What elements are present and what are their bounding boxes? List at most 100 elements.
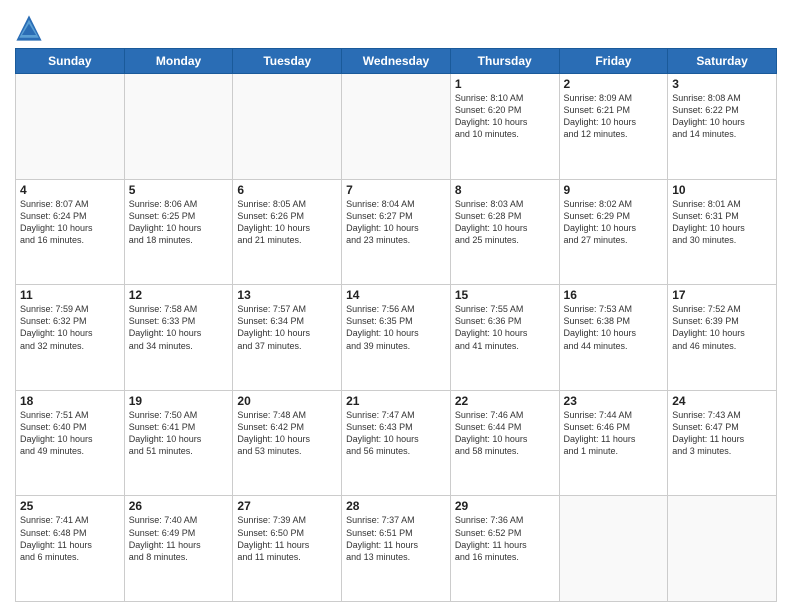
calendar-cell — [668, 496, 777, 602]
day-number: 8 — [455, 183, 555, 197]
calendar-cell: 12Sunrise: 7:58 AM Sunset: 6:33 PM Dayli… — [124, 285, 233, 391]
day-number: 21 — [346, 394, 446, 408]
day-info: Sunrise: 8:04 AM Sunset: 6:27 PM Dayligh… — [346, 198, 446, 247]
calendar-cell: 9Sunrise: 8:02 AM Sunset: 6:29 PM Daylig… — [559, 179, 668, 285]
calendar-week-row: 4Sunrise: 8:07 AM Sunset: 6:24 PM Daylig… — [16, 179, 777, 285]
day-info: Sunrise: 7:37 AM Sunset: 6:51 PM Dayligh… — [346, 514, 446, 563]
day-info: Sunrise: 8:02 AM Sunset: 6:29 PM Dayligh… — [564, 198, 664, 247]
calendar-cell: 11Sunrise: 7:59 AM Sunset: 6:32 PM Dayli… — [16, 285, 125, 391]
day-info: Sunrise: 7:59 AM Sunset: 6:32 PM Dayligh… — [20, 303, 120, 352]
day-number: 22 — [455, 394, 555, 408]
calendar-cell: 15Sunrise: 7:55 AM Sunset: 6:36 PM Dayli… — [450, 285, 559, 391]
day-info: Sunrise: 7:55 AM Sunset: 6:36 PM Dayligh… — [455, 303, 555, 352]
calendar-cell: 28Sunrise: 7:37 AM Sunset: 6:51 PM Dayli… — [342, 496, 451, 602]
day-info: Sunrise: 7:56 AM Sunset: 6:35 PM Dayligh… — [346, 303, 446, 352]
calendar-cell: 1Sunrise: 8:10 AM Sunset: 6:20 PM Daylig… — [450, 74, 559, 180]
calendar-cell — [16, 74, 125, 180]
calendar-cell: 27Sunrise: 7:39 AM Sunset: 6:50 PM Dayli… — [233, 496, 342, 602]
day-number: 5 — [129, 183, 229, 197]
calendar-week-row: 25Sunrise: 7:41 AM Sunset: 6:48 PM Dayli… — [16, 496, 777, 602]
day-number: 4 — [20, 183, 120, 197]
day-number: 12 — [129, 288, 229, 302]
day-number: 19 — [129, 394, 229, 408]
day-info: Sunrise: 7:53 AM Sunset: 6:38 PM Dayligh… — [564, 303, 664, 352]
calendar-cell: 21Sunrise: 7:47 AM Sunset: 6:43 PM Dayli… — [342, 390, 451, 496]
header — [15, 10, 777, 42]
calendar-cell: 18Sunrise: 7:51 AM Sunset: 6:40 PM Dayli… — [16, 390, 125, 496]
calendar-cell — [342, 74, 451, 180]
day-number: 11 — [20, 288, 120, 302]
weekday-header-tuesday: Tuesday — [233, 49, 342, 74]
calendar-cell: 22Sunrise: 7:46 AM Sunset: 6:44 PM Dayli… — [450, 390, 559, 496]
day-info: Sunrise: 7:48 AM Sunset: 6:42 PM Dayligh… — [237, 409, 337, 458]
weekday-header-monday: Monday — [124, 49, 233, 74]
calendar-cell: 6Sunrise: 8:05 AM Sunset: 6:26 PM Daylig… — [233, 179, 342, 285]
calendar-cell — [233, 74, 342, 180]
day-info: Sunrise: 7:41 AM Sunset: 6:48 PM Dayligh… — [20, 514, 120, 563]
day-number: 26 — [129, 499, 229, 513]
day-info: Sunrise: 8:07 AM Sunset: 6:24 PM Dayligh… — [20, 198, 120, 247]
day-info: Sunrise: 8:10 AM Sunset: 6:20 PM Dayligh… — [455, 92, 555, 141]
day-info: Sunrise: 7:46 AM Sunset: 6:44 PM Dayligh… — [455, 409, 555, 458]
day-number: 9 — [564, 183, 664, 197]
calendar-cell: 29Sunrise: 7:36 AM Sunset: 6:52 PM Dayli… — [450, 496, 559, 602]
page: SundayMondayTuesdayWednesdayThursdayFrid… — [0, 0, 792, 612]
day-number: 6 — [237, 183, 337, 197]
day-info: Sunrise: 7:51 AM Sunset: 6:40 PM Dayligh… — [20, 409, 120, 458]
day-info: Sunrise: 7:40 AM Sunset: 6:49 PM Dayligh… — [129, 514, 229, 563]
weekday-header-sunday: Sunday — [16, 49, 125, 74]
day-number: 15 — [455, 288, 555, 302]
calendar-week-row: 18Sunrise: 7:51 AM Sunset: 6:40 PM Dayli… — [16, 390, 777, 496]
calendar-cell: 8Sunrise: 8:03 AM Sunset: 6:28 PM Daylig… — [450, 179, 559, 285]
day-number: 17 — [672, 288, 772, 302]
day-info: Sunrise: 7:39 AM Sunset: 6:50 PM Dayligh… — [237, 514, 337, 563]
day-number: 10 — [672, 183, 772, 197]
calendar-week-row: 1Sunrise: 8:10 AM Sunset: 6:20 PM Daylig… — [16, 74, 777, 180]
day-info: Sunrise: 7:44 AM Sunset: 6:46 PM Dayligh… — [564, 409, 664, 458]
weekday-header-wednesday: Wednesday — [342, 49, 451, 74]
day-info: Sunrise: 8:06 AM Sunset: 6:25 PM Dayligh… — [129, 198, 229, 247]
day-number: 16 — [564, 288, 664, 302]
logo-icon — [15, 14, 43, 42]
day-number: 3 — [672, 77, 772, 91]
day-number: 20 — [237, 394, 337, 408]
logo — [15, 14, 45, 42]
day-info: Sunrise: 7:57 AM Sunset: 6:34 PM Dayligh… — [237, 303, 337, 352]
calendar-cell: 7Sunrise: 8:04 AM Sunset: 6:27 PM Daylig… — [342, 179, 451, 285]
day-number: 25 — [20, 499, 120, 513]
day-info: Sunrise: 7:43 AM Sunset: 6:47 PM Dayligh… — [672, 409, 772, 458]
day-number: 2 — [564, 77, 664, 91]
day-info: Sunrise: 7:52 AM Sunset: 6:39 PM Dayligh… — [672, 303, 772, 352]
calendar-cell: 2Sunrise: 8:09 AM Sunset: 6:21 PM Daylig… — [559, 74, 668, 180]
day-info: Sunrise: 8:09 AM Sunset: 6:21 PM Dayligh… — [564, 92, 664, 141]
calendar-cell — [559, 496, 668, 602]
calendar-cell: 3Sunrise: 8:08 AM Sunset: 6:22 PM Daylig… — [668, 74, 777, 180]
calendar-cell: 10Sunrise: 8:01 AM Sunset: 6:31 PM Dayli… — [668, 179, 777, 285]
day-info: Sunrise: 7:58 AM Sunset: 6:33 PM Dayligh… — [129, 303, 229, 352]
calendar-cell: 19Sunrise: 7:50 AM Sunset: 6:41 PM Dayli… — [124, 390, 233, 496]
calendar-cell: 5Sunrise: 8:06 AM Sunset: 6:25 PM Daylig… — [124, 179, 233, 285]
calendar-cell — [124, 74, 233, 180]
day-number: 23 — [564, 394, 664, 408]
day-number: 13 — [237, 288, 337, 302]
day-info: Sunrise: 8:03 AM Sunset: 6:28 PM Dayligh… — [455, 198, 555, 247]
calendar-cell: 25Sunrise: 7:41 AM Sunset: 6:48 PM Dayli… — [16, 496, 125, 602]
day-info: Sunrise: 8:01 AM Sunset: 6:31 PM Dayligh… — [672, 198, 772, 247]
day-number: 28 — [346, 499, 446, 513]
day-number: 24 — [672, 394, 772, 408]
day-info: Sunrise: 7:36 AM Sunset: 6:52 PM Dayligh… — [455, 514, 555, 563]
day-number: 18 — [20, 394, 120, 408]
calendar-cell: 24Sunrise: 7:43 AM Sunset: 6:47 PM Dayli… — [668, 390, 777, 496]
calendar-table: SundayMondayTuesdayWednesdayThursdayFrid… — [15, 48, 777, 602]
weekday-header-row: SundayMondayTuesdayWednesdayThursdayFrid… — [16, 49, 777, 74]
weekday-header-saturday: Saturday — [668, 49, 777, 74]
day-number: 14 — [346, 288, 446, 302]
calendar-cell: 26Sunrise: 7:40 AM Sunset: 6:49 PM Dayli… — [124, 496, 233, 602]
weekday-header-thursday: Thursday — [450, 49, 559, 74]
day-info: Sunrise: 8:05 AM Sunset: 6:26 PM Dayligh… — [237, 198, 337, 247]
calendar-cell: 14Sunrise: 7:56 AM Sunset: 6:35 PM Dayli… — [342, 285, 451, 391]
calendar-cell: 4Sunrise: 8:07 AM Sunset: 6:24 PM Daylig… — [16, 179, 125, 285]
day-number: 1 — [455, 77, 555, 91]
calendar-cell: 23Sunrise: 7:44 AM Sunset: 6:46 PM Dayli… — [559, 390, 668, 496]
calendar-week-row: 11Sunrise: 7:59 AM Sunset: 6:32 PM Dayli… — [16, 285, 777, 391]
